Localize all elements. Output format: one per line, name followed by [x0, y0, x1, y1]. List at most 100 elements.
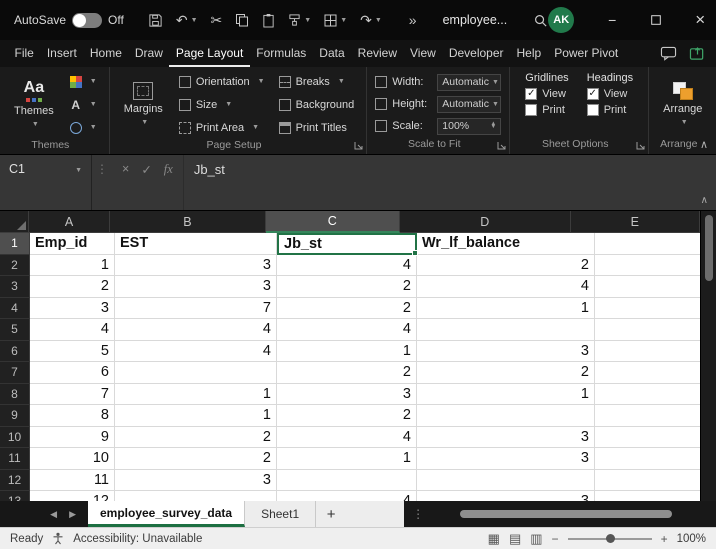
- cell-C6[interactable]: 1: [277, 340, 417, 362]
- share-button[interactable]: [689, 46, 706, 61]
- page-break-view-button[interactable]: ▥: [530, 532, 542, 545]
- headings-print-checkbox[interactable]: Print: [586, 104, 633, 116]
- cell-C10[interactable]: 4: [277, 426, 417, 448]
- row-header-2[interactable]: 2: [0, 254, 30, 276]
- autosave-control[interactable]: AutoSave Off: [0, 12, 124, 28]
- cut-button[interactable]: ✂: [211, 13, 223, 27]
- spinner-icons[interactable]: ▲ ▼: [490, 121, 496, 130]
- cell-C8[interactable]: 3: [277, 383, 417, 405]
- print-titles-button[interactable]: Print Titles: [275, 117, 359, 138]
- menu-tab-developer[interactable]: Developer: [442, 40, 510, 67]
- background-button[interactable]: Background: [275, 94, 359, 115]
- redo-button[interactable]: ↷ ▼: [360, 13, 382, 27]
- row-header-13[interactable]: 13: [0, 491, 30, 501]
- autosave-toggle[interactable]: [72, 12, 103, 28]
- cell-D9[interactable]: [417, 405, 595, 427]
- cell-B12[interactable]: 3: [115, 469, 277, 491]
- cell-D2[interactable]: 2: [417, 254, 595, 276]
- cell-E9[interactable]: [595, 405, 700, 427]
- headings-view-checkbox[interactable]: ✓ View: [586, 88, 633, 100]
- cell-E6[interactable]: [595, 340, 700, 362]
- formula-bar-divider[interactable]: ⋮: [92, 155, 112, 210]
- zoom-level[interactable]: 100%: [677, 533, 706, 545]
- cell-C12[interactable]: [277, 469, 417, 491]
- name-box[interactable]: C1 ▼: [0, 155, 92, 210]
- cell-D1[interactable]: Wr_lf_balance: [417, 233, 595, 255]
- borders-button[interactable]: ▼: [324, 14, 347, 27]
- new-sheet-button[interactable]: +: [316, 501, 347, 527]
- menu-tab-view[interactable]: View: [404, 40, 443, 67]
- row-header-12[interactable]: 12: [0, 469, 30, 491]
- cell-E4[interactable]: [595, 297, 700, 319]
- menu-tab-formulas[interactable]: Formulas: [250, 40, 313, 67]
- cell-B3[interactable]: 3: [115, 276, 277, 298]
- cell-C4[interactable]: 2: [277, 297, 417, 319]
- cell-A13[interactable]: 12: [30, 491, 115, 501]
- menu-tab-review[interactable]: Review: [351, 40, 403, 67]
- gridlines-view-checkbox[interactable]: ✓ View: [525, 88, 568, 100]
- column-header-C[interactable]: C: [265, 211, 400, 233]
- cell-D4[interactable]: 1: [417, 297, 595, 319]
- cell-A5[interactable]: 4: [30, 319, 115, 341]
- select-all-corner[interactable]: [0, 211, 29, 233]
- accessibility-button[interactable]: [52, 532, 64, 545]
- cell-A4[interactable]: 3: [30, 297, 115, 319]
- cell-A2[interactable]: 1: [30, 254, 115, 276]
- size-button[interactable]: Size ▼: [175, 94, 269, 115]
- sheet-tab-sheet1[interactable]: Sheet1: [245, 501, 317, 527]
- formula-input[interactable]: Jb_st: [184, 155, 716, 210]
- cell-A12[interactable]: 11: [30, 469, 115, 491]
- maximize-button[interactable]: [634, 0, 678, 40]
- column-header-E[interactable]: E: [570, 211, 700, 233]
- cell-A11[interactable]: 10: [30, 448, 115, 470]
- vertical-scrollbar-thumb[interactable]: [704, 215, 713, 281]
- row-header-8[interactable]: 8: [0, 383, 30, 405]
- cell-B8[interactable]: 1: [115, 383, 277, 405]
- menu-tab-help[interactable]: Help: [510, 40, 548, 67]
- undo-button[interactable]: ↶ ▼: [176, 13, 198, 27]
- cell-E11[interactable]: [595, 448, 700, 470]
- cell-E2[interactable]: [595, 254, 700, 276]
- menu-tab-power-pivot[interactable]: Power Pivot: [548, 40, 625, 67]
- cell-C9[interactable]: 2: [277, 405, 417, 427]
- cell-B7[interactable]: [115, 362, 277, 384]
- cell-C2[interactable]: 4: [277, 254, 417, 276]
- horizontal-scrollbar-thumb[interactable]: [460, 510, 673, 518]
- cell-A1[interactable]: Emp_id: [30, 233, 115, 255]
- more-options-icon[interactable]: ⋮: [412, 507, 424, 521]
- cell-D5[interactable]: [417, 319, 595, 341]
- zoom-out-button[interactable]: −: [552, 532, 559, 546]
- cell-B10[interactable]: 2: [115, 426, 277, 448]
- width-dropdown[interactable]: Automatic ▼: [437, 73, 502, 91]
- close-button[interactable]: ×: [678, 0, 716, 40]
- cell-D13[interactable]: 3: [417, 491, 595, 501]
- row-header-7[interactable]: 7: [0, 362, 30, 384]
- scale-spinner[interactable]: 100% ▲ ▼: [437, 117, 502, 135]
- menu-tab-file[interactable]: File: [8, 40, 40, 67]
- paste-button[interactable]: [262, 13, 275, 28]
- menu-tab-page-layout[interactable]: Page Layout: [169, 40, 250, 67]
- sheet-options-dialog-launcher[interactable]: [636, 141, 645, 150]
- arrange-button[interactable]: Arrange ▼: [657, 80, 708, 129]
- cell-A7[interactable]: 6: [30, 362, 115, 384]
- menu-tab-insert[interactable]: Insert: [40, 40, 83, 67]
- cell-D7[interactable]: 2: [417, 362, 595, 384]
- theme-effects-button[interactable]: ▼: [66, 117, 101, 138]
- cell-C5[interactable]: 4: [277, 319, 417, 341]
- column-header-B[interactable]: B: [110, 211, 266, 233]
- cell-E7[interactable]: [595, 362, 700, 384]
- gridlines-print-checkbox[interactable]: Print: [525, 104, 568, 116]
- avatar[interactable]: AK: [548, 7, 575, 33]
- row-header-3[interactable]: 3: [0, 276, 30, 298]
- cell-E8[interactable]: [595, 383, 700, 405]
- cell-D6[interactable]: 3: [417, 340, 595, 362]
- cell-A6[interactable]: 5: [30, 340, 115, 362]
- cell-C7[interactable]: 2: [277, 362, 417, 384]
- theme-fonts-button[interactable]: A ▼: [66, 94, 101, 115]
- minimize-button[interactable]: −: [590, 0, 634, 40]
- cell-B1[interactable]: EST: [115, 233, 277, 255]
- cell-E12[interactable]: [595, 469, 700, 491]
- normal-view-button[interactable]: ▦: [488, 532, 500, 545]
- cell-E10[interactable]: [595, 426, 700, 448]
- theme-colors-button[interactable]: ▼: [66, 71, 101, 92]
